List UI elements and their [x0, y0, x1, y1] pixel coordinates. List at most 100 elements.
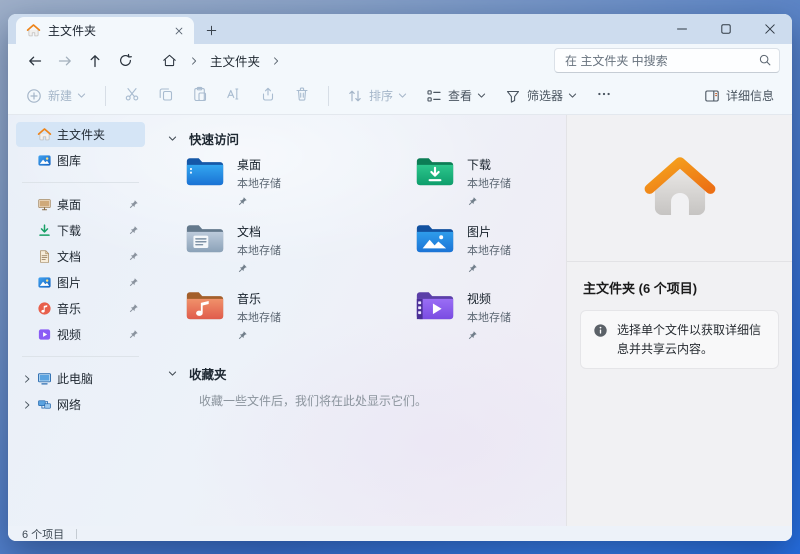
sidebar-item-gallery[interactable]: 图库 — [16, 148, 145, 173]
details-pane-button[interactable]: 详细信息 — [696, 82, 782, 109]
chevron-down-icon — [397, 90, 408, 101]
details-info-text: 选择单个文件以获取详细信息并共享云内容。 — [617, 321, 766, 358]
folder-tile-pictures[interactable]: 图片本地存储 — [415, 222, 566, 279]
rename-button[interactable] — [218, 82, 250, 110]
sidebar-item-label: 图片 — [57, 274, 81, 291]
statusbar-divider — [76, 529, 77, 539]
pin-icon — [467, 261, 511, 279]
sidebar-item-network[interactable]: 网络 — [16, 392, 145, 417]
home-icon — [26, 23, 41, 38]
tab-home[interactable]: 主文件夹 — [16, 17, 194, 44]
chevron-right-icon — [188, 55, 200, 67]
folder-subtitle: 本地存储 — [467, 175, 511, 191]
details-pane-label: 详细信息 — [726, 87, 774, 104]
downloads-folder-icon — [415, 155, 455, 188]
breadcrumb-item-home[interactable]: 主文件夹 — [204, 49, 266, 72]
sidebar-item-label: 下载 — [57, 222, 81, 239]
sort-button[interactable]: 排序 — [339, 82, 416, 109]
new-button[interactable]: 新建 — [18, 82, 95, 109]
sidebar-item-this-pc[interactable]: 此电脑 — [16, 366, 145, 391]
expand-chevron-icon[interactable] — [22, 374, 37, 384]
folder-name: 桌面 — [237, 156, 281, 173]
plus-circle-icon — [26, 88, 42, 104]
share-button[interactable] — [252, 82, 284, 110]
network-icon — [37, 397, 57, 412]
desktop-folder-icon — [185, 155, 225, 188]
breadcrumb-home-icon[interactable] — [154, 48, 184, 74]
folder-tile-videos[interactable]: 视频本地存储 — [415, 289, 566, 346]
more-options-button[interactable] — [588, 82, 620, 110]
sidebar-item-videos[interactable]: 视频 — [16, 322, 145, 347]
minimize-button[interactable] — [660, 14, 704, 44]
breadcrumb: 主文件夹 — [154, 48, 282, 74]
music-icon — [37, 301, 57, 316]
scissors-icon — [124, 86, 140, 105]
tab-close-icon[interactable] — [170, 22, 188, 40]
sidebar-divider — [22, 356, 139, 357]
search-icon — [758, 53, 772, 72]
navigation-pane: 主文件夹图库桌面下载文档图片音乐视频此电脑网络 — [8, 115, 153, 526]
sidebar-item-documents[interactable]: 文档 — [16, 244, 145, 269]
copy-icon — [158, 86, 174, 105]
view-button[interactable]: 查看 — [418, 82, 495, 109]
content-area: 快速访问 桌面本地存储下载本地存储文档本地存储图片本地存储音乐本地存储视频本地存… — [153, 115, 566, 526]
chevron-down-icon — [76, 90, 87, 101]
maximize-button[interactable] — [704, 14, 748, 44]
new-tab-button[interactable] — [198, 17, 224, 43]
chevron-down-icon — [476, 90, 487, 101]
details-pane: 主文件夹 (6 个项目) 选择单个文件以获取详细信息并共享云内容。 — [566, 115, 792, 526]
sidebar-item-pictures[interactable]: 图片 — [16, 270, 145, 295]
collapse-chevron-icon[interactable] — [167, 368, 178, 379]
paste-button[interactable] — [184, 82, 216, 110]
delete-button[interactable] — [286, 82, 318, 110]
refresh-button[interactable] — [110, 48, 140, 74]
folder-tile-downloads[interactable]: 下载本地存储 — [415, 155, 566, 212]
section-quick-access[interactable]: 快速访问 — [167, 125, 566, 151]
folder-name: 文档 — [237, 223, 281, 240]
search-input[interactable] — [554, 48, 780, 73]
folder-subtitle: 本地存储 — [467, 309, 511, 325]
back-button[interactable] — [20, 48, 50, 74]
close-button[interactable] — [748, 14, 792, 44]
details-title: 主文件夹 (6 个项目) — [583, 278, 776, 297]
folder-tile-documents[interactable]: 文档本地存储 — [185, 222, 415, 279]
home-icon — [37, 127, 57, 142]
folder-tile-desktop[interactable]: 桌面本地存储 — [185, 155, 415, 212]
sidebar-item-label: 桌面 — [57, 196, 81, 213]
command-bar: 新建 排序 查看 筛选器 — [8, 77, 792, 115]
chevron-right-icon[interactable] — [270, 55, 282, 67]
titlebar[interactable]: 主文件夹 — [8, 14, 792, 44]
cut-button[interactable] — [116, 82, 148, 110]
collapse-chevron-icon[interactable] — [167, 133, 178, 144]
folder-subtitle: 本地存储 — [237, 309, 281, 325]
folder-subtitle: 本地存储 — [237, 242, 281, 258]
quick-access-grid: 桌面本地存储下载本地存储文档本地存储图片本地存储音乐本地存储视频本地存储 — [185, 155, 566, 346]
trash-icon — [294, 86, 310, 105]
pin-icon — [467, 194, 511, 212]
copy-button[interactable] — [150, 82, 182, 110]
forward-button[interactable] — [50, 48, 80, 74]
filter-button[interactable]: 筛选器 — [497, 82, 586, 109]
funnel-icon — [505, 88, 521, 104]
expand-chevron-icon[interactable] — [22, 400, 37, 410]
new-button-label: 新建 — [48, 87, 72, 104]
up-button[interactable] — [80, 48, 110, 74]
folder-tile-music[interactable]: 音乐本地存储 — [185, 289, 415, 346]
sidebar-item-label: 图库 — [57, 152, 81, 169]
share-icon — [260, 86, 276, 105]
music-folder-icon — [185, 289, 225, 322]
sidebar-item-music[interactable]: 音乐 — [16, 296, 145, 321]
folder-name: 音乐 — [237, 290, 281, 307]
pin-icon — [128, 225, 139, 236]
gallery-icon — [37, 153, 57, 168]
items-count: 6 个项目 — [22, 526, 64, 542]
sidebar-item-desktop[interactable]: 桌面 — [16, 192, 145, 217]
sidebar-item-home[interactable]: 主文件夹 — [16, 122, 145, 147]
folder-name: 图片 — [467, 223, 511, 240]
view-button-label: 查看 — [448, 87, 472, 104]
tab-title: 主文件夹 — [48, 22, 163, 39]
sidebar-item-label: 视频 — [57, 326, 81, 343]
documents-icon — [37, 249, 57, 264]
section-favorites[interactable]: 收藏夹 — [167, 360, 566, 386]
sidebar-item-downloads[interactable]: 下载 — [16, 218, 145, 243]
